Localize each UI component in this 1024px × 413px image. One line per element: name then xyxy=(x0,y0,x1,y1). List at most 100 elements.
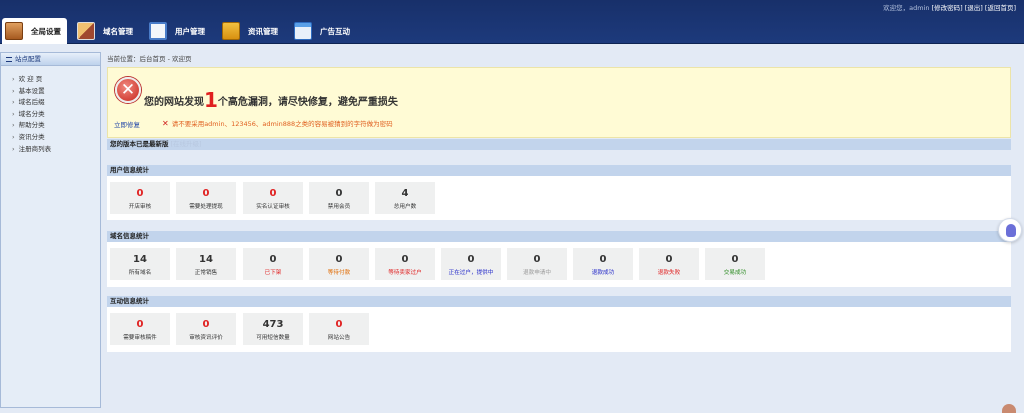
stat-card-awaiting-transfer[interactable]: 0 等待卖家过户 xyxy=(375,248,435,280)
tab-label: 域名管理 xyxy=(103,26,133,36)
stat-card-shop-review[interactable]: 0 开店审核 xyxy=(110,182,170,214)
breadcrumb: 当前位置：后台首页 - 欢迎页 xyxy=(107,55,192,63)
tab-user-management[interactable]: 用户管理 xyxy=(149,18,205,44)
warning-x-icon: ✕ xyxy=(115,77,141,103)
tab-global-settings[interactable]: 全局设置 xyxy=(2,18,67,44)
sidebar-item-help-category[interactable]: 帮助分类 xyxy=(1,120,100,132)
stat-card-refund-pending[interactable]: 0 退款申请中 xyxy=(507,248,567,280)
stat-label: 交易成功 xyxy=(723,270,747,276)
stat-label: 所有域名 xyxy=(128,270,152,276)
tab-label: 广告互动 xyxy=(320,26,350,36)
stat-card-trade-success[interactable]: 0 交易成功 xyxy=(705,248,765,280)
stat-card-refund-failed[interactable]: 0 退款失败 xyxy=(639,248,699,280)
stat-value: 0 xyxy=(335,188,343,199)
stat-card-total-users[interactable]: 4 总用户数 xyxy=(375,182,435,214)
stat-card-on-sale[interactable]: 14 正常销售 xyxy=(176,248,236,280)
stat-card-transferring[interactable]: 0 正在过户，提供中 xyxy=(441,248,501,280)
stat-card-withdrawals[interactable]: 0 需要处理提现 xyxy=(176,182,236,214)
tab-news-management[interactable]: 资讯管理 xyxy=(222,18,278,44)
sidebar-item-news-category[interactable]: 资讯分类 xyxy=(1,132,100,144)
small-x-icon: ✕ xyxy=(162,119,169,128)
stat-card-realname-review[interactable]: 0 实名认证审核 xyxy=(243,182,303,214)
stat-value: 0 xyxy=(269,188,277,199)
avatar[interactable] xyxy=(1002,404,1016,413)
sidebar-menu: 欢 迎 页 基本设置 域名后缀 域名分类 帮助分类 资讯分类 注册商列表 xyxy=(1,74,100,155)
stat-label: 等待付款 xyxy=(327,270,351,276)
stat-card-banned-members[interactable]: 0 禁用会员 xyxy=(309,182,369,214)
tab-ad-interaction[interactable]: 广告互动 xyxy=(294,18,350,44)
password-tip-text: 请不要采用admin、123456、admin888之类的容易被猜到的字符做为密… xyxy=(171,120,393,128)
stat-label: 网站公告 xyxy=(327,335,351,341)
stat-card-awaiting-payment[interactable]: 0 等待付款 xyxy=(309,248,369,280)
change-password-link[interactable]: [修改密码] xyxy=(932,4,963,12)
sidebar-item-registrar-list[interactable]: 注册商列表 xyxy=(1,144,100,156)
stat-card-refund-success[interactable]: 0 退款成功 xyxy=(573,248,633,280)
stat-label: 退款失败 xyxy=(657,270,681,276)
stat-card-news-reviews[interactable]: 0 审核资讯评价 xyxy=(176,313,236,345)
stat-value: 0 xyxy=(136,188,144,199)
main-content: 当前位置：后台首页 - 欢迎页 ✕ 您的网站发现1个高危漏洞，请尽快修复，避免严… xyxy=(107,52,1011,352)
stat-label: 已下架 xyxy=(264,270,282,276)
domain-stats-panel: 14 所有域名 14 正常销售 0 已下架 0 等待付款 0 等待卖家过户 0 正在过户，提… xyxy=(107,242,1011,287)
alert-suffix: 个高危漏洞，请尽快修复，避免严重损失 xyxy=(217,97,398,108)
stat-value: 0 xyxy=(202,188,210,199)
interact-stats-panel: 0 需要审核稿件 0 审核资讯评价 473 可用短信数量 0 网站公告 xyxy=(107,307,1011,352)
stat-value: 0 xyxy=(202,319,210,330)
top-links: 欢迎您，admin [修改密码] [退出] [返回首页] xyxy=(883,2,1016,12)
stat-value: 0 xyxy=(136,319,144,330)
stat-label: 审核资讯评价 xyxy=(189,335,223,341)
stat-label: 需要审核稿件 xyxy=(123,335,157,341)
user-stats-title: 用户信息统计 xyxy=(107,165,1011,176)
assistant-icon xyxy=(1006,224,1016,237)
stat-value: 14 xyxy=(133,254,147,265)
stat-card-delisted[interactable]: 0 已下架 xyxy=(243,248,303,280)
stat-label: 等待卖家过户 xyxy=(388,270,422,276)
sidebar: 站点配置 欢 迎 页 基本设置 域名后缀 域名分类 帮助分类 资讯分类 注册商列… xyxy=(0,52,101,408)
stat-value: 4 xyxy=(401,188,409,199)
stat-value: 473 xyxy=(262,319,284,330)
stat-value: 0 xyxy=(269,254,277,265)
stat-card-all-domains[interactable]: 14 所有域名 xyxy=(110,248,170,280)
stat-value: 0 xyxy=(599,254,607,265)
stat-label: 需要处理提现 xyxy=(189,204,223,210)
floating-assistant-button[interactable] xyxy=(998,218,1022,242)
domain-icon xyxy=(77,22,95,40)
sidebar-item-domain-suffix[interactable]: 域名后缀 xyxy=(1,97,100,109)
ad-window-icon xyxy=(294,22,312,40)
stat-label: 开店审核 xyxy=(128,204,152,210)
stat-value: 0 xyxy=(401,254,409,265)
version-text: 您的版本已是最新版 xyxy=(110,140,169,148)
stat-value: 0 xyxy=(731,254,739,265)
stat-card-pending-articles[interactable]: 0 需要审核稿件 xyxy=(110,313,170,345)
stat-value: 14 xyxy=(199,254,213,265)
stat-value: 0 xyxy=(335,254,343,265)
user-stats-panel: 0 开店审核 0 需要处理提现 0 实名认证审核 0 禁用会员 4 总用户数 xyxy=(107,176,1011,220)
settings-icon xyxy=(5,22,23,40)
interact-stats-title: 互动信息统计 xyxy=(107,296,1011,307)
welcome-text: 欢迎您，admin xyxy=(883,4,930,12)
back-home-link[interactable]: [返回首页] xyxy=(985,4,1016,12)
sidebar-header-label: 站点配置 xyxy=(15,55,41,63)
stat-card-sms-balance[interactable]: 473 可用短信数量 xyxy=(243,313,303,345)
logout-link[interactable]: [退出] xyxy=(965,4,983,12)
alert-prefix: 您的网站发现 xyxy=(144,97,204,108)
sidebar-item-basic-settings[interactable]: 基本设置 xyxy=(1,86,100,98)
user-card-icon xyxy=(149,22,167,40)
top-header: 欢迎您，admin [修改密码] [退出] [返回首页] 全局设置 域名管理 用… xyxy=(0,0,1024,44)
menu-icon xyxy=(6,56,12,62)
tab-label: 用户管理 xyxy=(175,26,205,36)
online-upgrade-link[interactable]: [在线升级] xyxy=(171,140,202,148)
stat-value: 0 xyxy=(467,254,475,265)
stat-label: 总用户数 xyxy=(393,204,417,210)
password-tip: ✕ 请不要采用admin、123456、admin888之类的容易被猜到的字符做为… xyxy=(162,118,393,128)
stat-card-announcements[interactable]: 0 网站公告 xyxy=(309,313,369,345)
tab-domain-management[interactable]: 域名管理 xyxy=(77,18,133,44)
fix-now-link[interactable]: 立即修复 xyxy=(114,119,140,129)
stat-label: 正常销售 xyxy=(194,270,218,276)
sidebar-item-domain-category[interactable]: 域名分类 xyxy=(1,109,100,121)
tab-label: 资讯管理 xyxy=(248,26,278,36)
stat-value: 0 xyxy=(665,254,673,265)
news-folder-icon xyxy=(222,22,240,40)
sidebar-item-welcome[interactable]: 欢 迎 页 xyxy=(1,74,100,86)
stat-label: 正在过户，提供中 xyxy=(448,270,494,276)
